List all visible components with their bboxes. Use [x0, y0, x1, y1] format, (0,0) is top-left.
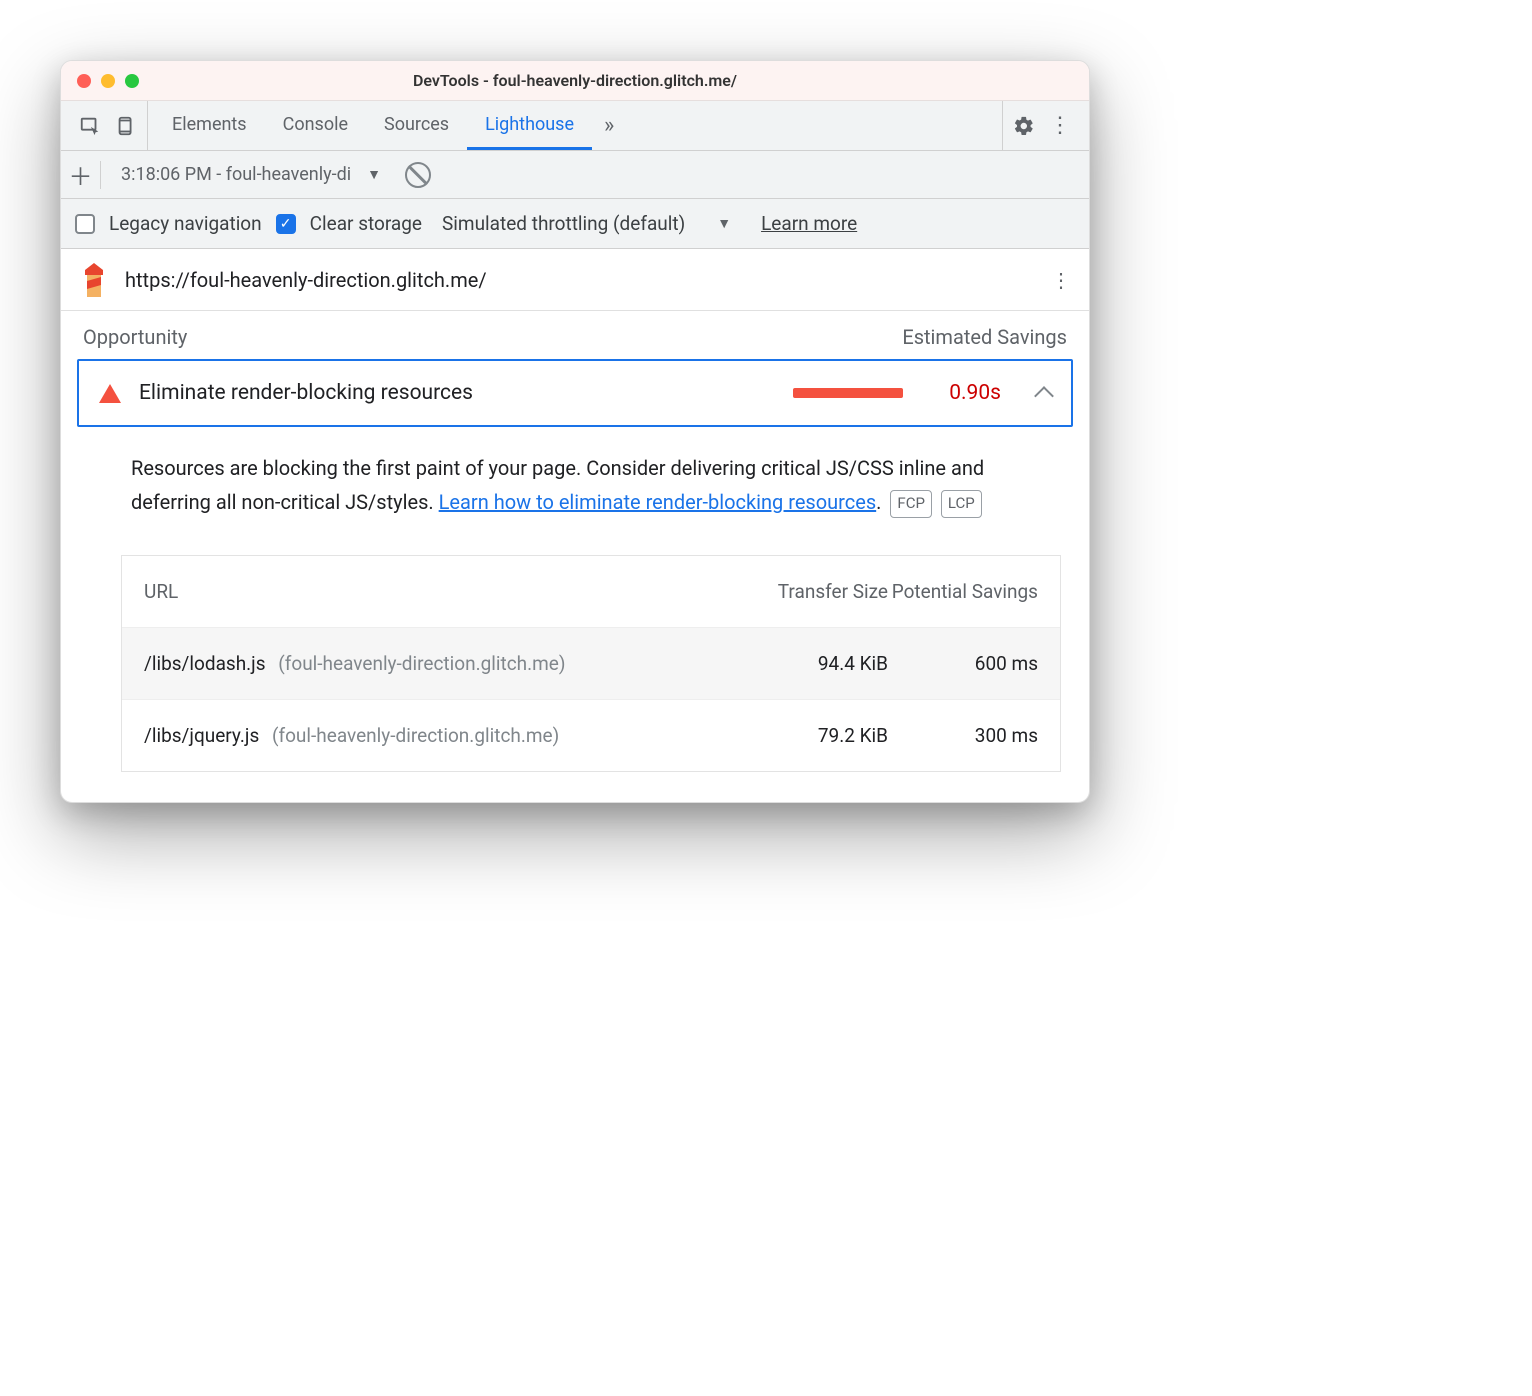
clear-storage-checkbox[interactable]: ✓: [276, 214, 296, 234]
collapse-chevron-icon[interactable]: [1034, 386, 1054, 406]
resource-savings: 300 ms: [888, 724, 1038, 747]
throttling-dropdown-icon[interactable]: ▼: [717, 215, 731, 232]
col-transfer-size: Transfer Size: [748, 580, 888, 603]
savings-col-label: Estimated Savings: [902, 325, 1067, 349]
zoom-window-button[interactable]: [125, 74, 139, 88]
audit-description-link[interactable]: Learn how to eliminate render-blocking r…: [439, 490, 877, 514]
more-tabs-button[interactable]: »: [592, 101, 626, 150]
audit-savings-value: 0.90s: [949, 381, 1001, 405]
lighthouse-options: Legacy navigation ✓ Clear storage Simula…: [61, 199, 1089, 249]
clear-storage-label: Clear storage: [310, 212, 422, 235]
report-menu-button[interactable]: ⋮: [1051, 277, 1071, 283]
minimize-window-button[interactable]: [101, 74, 115, 88]
table-header-row: URL Transfer Size Potential Savings: [122, 556, 1060, 627]
report-url: https://foul-heavenly-direction.glitch.m…: [125, 268, 487, 292]
settings-gear-icon[interactable]: [1013, 115, 1035, 137]
opportunities-header: Opportunity Estimated Savings: [61, 311, 1089, 359]
audit-description: Resources are blocking the first paint o…: [61, 427, 1089, 529]
throttling-label: Simulated throttling (default): [442, 212, 685, 235]
audit-title: Eliminate render-blocking resources: [139, 381, 775, 405]
panel-tabs: Elements Console Sources Lighthouse »: [154, 101, 1002, 150]
audit-render-blocking[interactable]: Eliminate render-blocking resources 0.90…: [77, 359, 1073, 427]
resources-table: URL Transfer Size Potential Savings /lib…: [121, 555, 1061, 772]
legacy-navigation-checkbox[interactable]: [75, 214, 95, 234]
tab-elements[interactable]: Elements: [154, 101, 265, 150]
report-dropdown-label: 3:18:06 PM - foul-heavenly-di: [121, 164, 351, 185]
table-row: /libs/jquery.js (foul-heavenly-direction…: [122, 699, 1060, 771]
report-url-bar: https://foul-heavenly-direction.glitch.m…: [61, 249, 1089, 311]
clear-report-icon[interactable]: [405, 162, 431, 188]
opportunity-col-label: Opportunity: [83, 325, 187, 349]
new-report-button[interactable]: ＋: [73, 161, 101, 189]
window-title: DevTools - foul-heavenly-direction.glitc…: [61, 71, 1089, 90]
legacy-navigation-label: Legacy navigation: [109, 212, 262, 235]
learn-more-link[interactable]: Learn more: [761, 212, 857, 235]
resource-path[interactable]: /libs/jquery.js: [144, 724, 259, 747]
titlebar: DevTools - foul-heavenly-direction.glitc…: [61, 61, 1089, 101]
table-row: /libs/lodash.js (foul-heavenly-direction…: [122, 627, 1060, 699]
fail-triangle-icon: [99, 384, 121, 403]
resource-size: 79.2 KiB: [748, 724, 888, 747]
tab-sources[interactable]: Sources: [366, 101, 467, 150]
metric-tag-lcp: LCP: [941, 490, 982, 518]
kebab-menu-icon[interactable]: ⋮: [1049, 115, 1071, 137]
traffic-lights: [61, 74, 139, 88]
report-dropdown[interactable]: 3:18:06 PM - foul-heavenly-di ▼: [111, 159, 391, 191]
dropdown-caret-icon: ▼: [367, 166, 381, 183]
close-window-button[interactable]: [77, 74, 91, 88]
metric-tag-fcp: FCP: [890, 490, 932, 518]
savings-bar: [793, 388, 903, 398]
col-potential-savings: Potential Savings: [888, 580, 1038, 603]
devtools-window: DevTools - foul-heavenly-direction.glitc…: [60, 60, 1090, 803]
tab-console[interactable]: Console: [265, 101, 366, 150]
lighthouse-toolbar: ＋ 3:18:06 PM - foul-heavenly-di ▼: [61, 151, 1089, 199]
resource-savings: 600 ms: [888, 652, 1038, 675]
col-url: URL: [144, 580, 748, 603]
lighthouse-logo-icon: [79, 263, 109, 297]
resource-path[interactable]: /libs/lodash.js: [144, 652, 266, 675]
resource-host: (foul-heavenly-direction.glitch.me): [278, 652, 565, 675]
inspect-element-icon[interactable]: [79, 115, 101, 137]
device-toolbar-icon[interactable]: [115, 115, 137, 137]
resource-size: 94.4 KiB: [748, 652, 888, 675]
panel-tabstrip: Elements Console Sources Lighthouse » ⋮: [61, 101, 1089, 151]
tab-lighthouse[interactable]: Lighthouse: [467, 101, 592, 150]
resource-host: (foul-heavenly-direction.glitch.me): [272, 724, 559, 747]
